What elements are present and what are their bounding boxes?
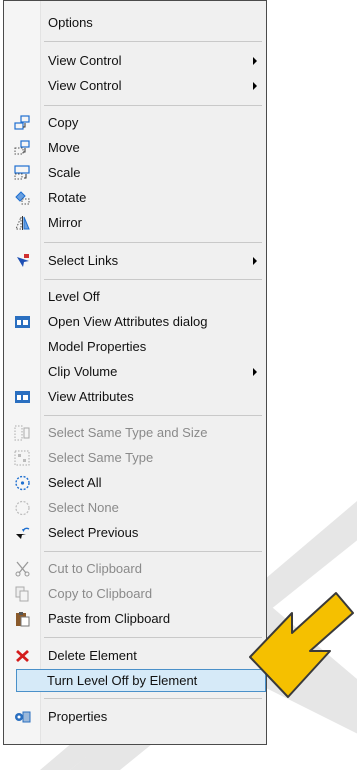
- menu-item-label: View Control: [48, 53, 122, 68]
- menu-item-label: Copy to Clipboard: [48, 586, 153, 601]
- menu-item-label: Options: [48, 15, 93, 30]
- yellow-pointer-arrow-icon: [249, 592, 354, 698]
- menu-item-label: View Attributes: [48, 389, 134, 404]
- menu-item-delete-element[interactable]: Delete Element: [4, 644, 266, 668]
- cut-icon: [14, 561, 31, 577]
- menu-item-select-same-type-size[interactable]: Select Same Type and Size: [4, 421, 266, 445]
- menu-item-label: Rotate: [48, 190, 87, 205]
- menu-item-view-control-1[interactable]: View Control: [4, 49, 266, 73]
- menu-item-copy-to-clipboard[interactable]: Copy to Clipboard: [4, 582, 266, 606]
- select-none-icon: [14, 500, 31, 516]
- menu-item-move[interactable]: Move: [4, 136, 266, 160]
- menu-item-label: Move: [48, 140, 80, 155]
- menu-item-label: Properties: [48, 709, 108, 724]
- select-links-icon: [14, 253, 31, 269]
- menu-item-turn-level-off-by-element[interactable]: Turn Level Off by Element: [16, 669, 266, 692]
- menu-item-label: Copy: [48, 115, 79, 130]
- menu-item-label: Select Links: [48, 253, 119, 268]
- menu-item-label: Turn Level Off by Element: [47, 673, 198, 688]
- menu-item-label: Mirror: [48, 215, 82, 230]
- menu-separator: [44, 105, 262, 106]
- menu-item-label: Select All: [48, 475, 102, 490]
- menu-item-label: View Control: [48, 78, 122, 93]
- menu-item-view-attributes[interactable]: View Attributes: [4, 385, 266, 409]
- menu-item-copy[interactable]: Copy: [4, 111, 266, 135]
- submenu-arrow-icon: [253, 82, 257, 90]
- menu-item-label: Level Off: [48, 289, 100, 304]
- menu-separator: [44, 551, 262, 552]
- move-icon: [14, 140, 31, 156]
- menu-item-mirror[interactable]: Mirror: [4, 211, 266, 235]
- menu-item-clip-volume[interactable]: Clip Volume: [4, 360, 266, 384]
- menu-item-level-off[interactable]: Level Off: [4, 285, 266, 309]
- menu-item-cut-to-clipboard[interactable]: Cut to Clipboard: [4, 557, 266, 581]
- properties-icon: [14, 709, 31, 725]
- select-same-type-size-icon: [14, 425, 31, 441]
- menu-item-paste-from-clipboard[interactable]: Paste from Clipboard: [4, 607, 266, 631]
- submenu-arrow-icon: [253, 57, 257, 65]
- menu-item-label: Cut to Clipboard: [48, 561, 142, 576]
- submenu-arrow-icon: [253, 257, 257, 265]
- menu-item-select-same-type[interactable]: Select Same Type: [4, 446, 266, 470]
- menu-item-select-links[interactable]: Select Links: [4, 249, 266, 273]
- paste-icon: [14, 611, 31, 627]
- menu-item-label: Delete Element: [48, 648, 137, 663]
- menu-item-label: Open View Attributes dialog: [48, 314, 208, 329]
- menu-item-label: Clip Volume: [48, 364, 118, 379]
- menu-item-label: Select Previous: [48, 525, 139, 540]
- menu-separator: [44, 637, 262, 638]
- menu-separator: [44, 41, 262, 42]
- select-same-type-icon: [14, 450, 31, 466]
- menu-item-model-properties[interactable]: Model Properties: [4, 335, 266, 359]
- submenu-arrow-icon: [253, 368, 257, 376]
- copy-icon: [14, 115, 31, 131]
- context-menu: Options View Control View Control Copy M…: [3, 0, 267, 745]
- menu-item-select-all[interactable]: Select All: [4, 471, 266, 495]
- rotate-icon: [14, 190, 31, 206]
- menu-separator: [44, 698, 262, 699]
- menu-item-options[interactable]: Options: [4, 11, 266, 35]
- menu-separator: [44, 279, 262, 280]
- menu-item-label: Model Properties: [48, 339, 147, 354]
- view-attributes-icon: [14, 314, 31, 330]
- menu-item-label: Select Same Type: [48, 450, 154, 465]
- menu-item-label: Paste from Clipboard: [48, 611, 171, 626]
- select-all-icon: [14, 475, 31, 491]
- menu-item-properties[interactable]: Properties: [4, 705, 266, 729]
- menu-separator: [44, 242, 262, 243]
- menu-item-scale[interactable]: Scale: [4, 161, 266, 185]
- menu-separator: [44, 415, 262, 416]
- menu-item-view-control-2[interactable]: View Control: [4, 74, 266, 98]
- menu-item-select-none[interactable]: Select None: [4, 496, 266, 520]
- menu-item-select-previous[interactable]: Select Previous: [4, 521, 266, 545]
- menu-item-open-view-attributes[interactable]: Open View Attributes dialog: [4, 310, 266, 334]
- mirror-icon: [14, 215, 31, 231]
- menu-item-label: Select None: [48, 500, 119, 515]
- view-attributes-icon: [14, 389, 31, 405]
- menu-item-rotate[interactable]: Rotate: [4, 186, 266, 210]
- scale-icon: [14, 165, 31, 181]
- menu-item-label: Scale: [48, 165, 81, 180]
- select-previous-icon: [14, 525, 31, 541]
- menu-item-label: Select Same Type and Size: [48, 425, 208, 440]
- copy-clipboard-icon: [14, 586, 31, 602]
- delete-icon: [14, 648, 31, 664]
